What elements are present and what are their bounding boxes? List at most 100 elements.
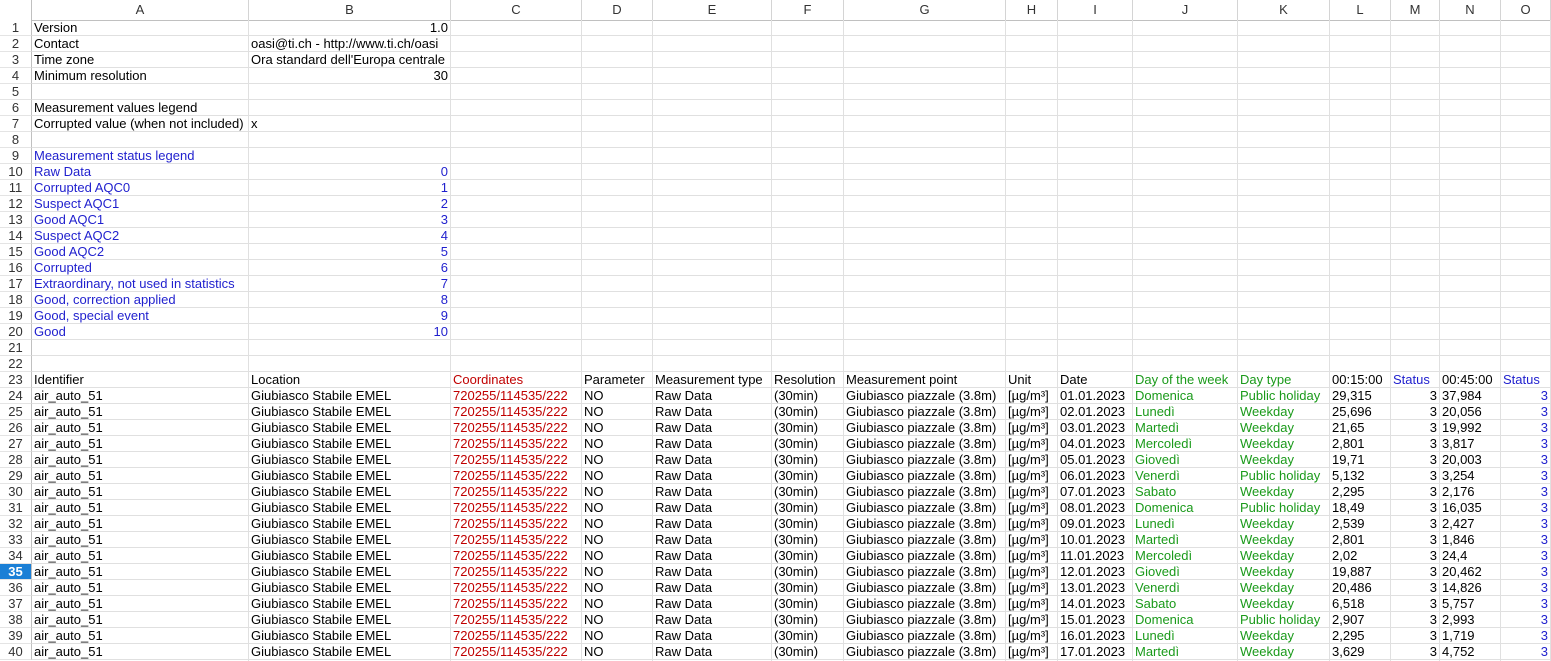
table-cell-k[interactable]: Public holiday [1238,612,1330,628]
row-header-21[interactable]: 21 [0,340,32,356]
table-cell-c[interactable]: 720255/114535/222 [451,548,582,564]
column-header-k[interactable]: K [1238,0,1330,20]
table-cell-m[interactable]: 3 [1391,388,1440,404]
row-header-17[interactable]: 17 [0,276,32,292]
row-header-37[interactable]: 37 [0,596,32,612]
table-cell-h[interactable]: [µg/m³] [1006,564,1058,580]
table-cell-l[interactable]: 25,696 [1330,404,1391,420]
table-cell-c[interactable]: 720255/114535/222 [451,628,582,644]
table-cell-g[interactable]: Giubiasco piazzale (3.8m) [844,404,1006,420]
table-cell-g[interactable]: Giubiasco piazzale (3.8m) [844,564,1006,580]
table-cell-c[interactable]: 720255/114535/222 [451,644,582,660]
table-cell-l[interactable]: 18,49 [1330,500,1391,516]
table-cell-g[interactable]: Giubiasco piazzale (3.8m) [844,452,1006,468]
status-legend-label[interactable]: Good, correction applied [32,292,249,308]
table-cell-a[interactable]: air_auto_51 [32,452,249,468]
table-cell-j[interactable]: Martedì [1133,420,1238,436]
row-header-1[interactable]: 1 [0,20,32,36]
table-cell-l[interactable]: 5,132 [1330,468,1391,484]
table-cell-l[interactable]: 2,801 [1330,532,1391,548]
table-cell-c[interactable]: 720255/114535/222 [451,436,582,452]
table-cell-k[interactable]: Weekday [1238,484,1330,500]
status-legend-code[interactable]: 1 [249,180,451,196]
table-cell-a[interactable]: air_auto_51 [32,644,249,660]
table-cell-h[interactable]: [µg/m³] [1006,388,1058,404]
table-header-f[interactable]: Resolution [772,372,844,388]
table-cell-i[interactable]: 01.01.2023 [1058,388,1133,404]
table-cell-j[interactable]: Lunedì [1133,404,1238,420]
table-cell-d[interactable]: NO [582,612,653,628]
table-cell-b[interactable]: Giubiasco Stabile EMEL [249,564,451,580]
table-cell-n[interactable]: 5,757 [1440,596,1501,612]
table-cell-f[interactable]: (30min) [772,564,844,580]
column-header-l[interactable]: L [1330,0,1391,20]
table-cell-l[interactable]: 20,486 [1330,580,1391,596]
table-cell-m[interactable]: 3 [1391,420,1440,436]
table-cell-h[interactable]: [µg/m³] [1006,404,1058,420]
table-cell-k[interactable]: Weekday [1238,420,1330,436]
table-cell-a[interactable]: air_auto_51 [32,532,249,548]
status-legend-label[interactable]: Suspect AQC1 [32,196,249,212]
table-cell-a[interactable]: air_auto_51 [32,468,249,484]
table-cell-m[interactable]: 3 [1391,644,1440,660]
table-cell-i[interactable]: 17.01.2023 [1058,644,1133,660]
table-cell-e[interactable]: Raw Data [653,404,772,420]
table-cell-h[interactable]: [µg/m³] [1006,644,1058,660]
table-cell-d[interactable]: NO [582,468,653,484]
row-header-32[interactable]: 32 [0,516,32,532]
corrupted-value-label[interactable]: Corrupted value (when not included) [32,116,249,132]
column-header-j[interactable]: J [1133,0,1238,20]
status-legend-label[interactable]: Good [32,324,249,340]
column-header-e[interactable]: E [653,0,772,20]
table-cell-m[interactable]: 3 [1391,436,1440,452]
table-cell-n[interactable]: 14,826 [1440,580,1501,596]
table-cell-d[interactable]: NO [582,436,653,452]
table-cell-e[interactable]: Raw Data [653,420,772,436]
status-legend-label[interactable]: Good AQC2 [32,244,249,260]
table-cell-m[interactable]: 3 [1391,500,1440,516]
timezone-value[interactable]: Ora standard dell'Europa centrale [249,52,451,68]
table-cell-g[interactable]: Giubiasco piazzale (3.8m) [844,532,1006,548]
table-header-k[interactable]: Day type [1238,372,1330,388]
row-header-40[interactable]: 40 [0,644,32,660]
row-header-38[interactable]: 38 [0,612,32,628]
column-header-g[interactable]: G [844,0,1006,20]
table-cell-o[interactable]: 3 [1501,516,1551,532]
status-legend-label[interactable]: Good, special event [32,308,249,324]
table-cell-k[interactable]: Weekday [1238,548,1330,564]
status-legend-code[interactable]: 7 [249,276,451,292]
table-cell-k[interactable]: Weekday [1238,580,1330,596]
table-cell-i[interactable]: 04.01.2023 [1058,436,1133,452]
table-cell-d[interactable]: NO [582,596,653,612]
table-cell-e[interactable]: Raw Data [653,628,772,644]
table-cell-j[interactable]: Domenica [1133,388,1238,404]
table-cell-e[interactable]: Raw Data [653,596,772,612]
table-cell-g[interactable]: Giubiasco piazzale (3.8m) [844,644,1006,660]
table-header-m[interactable]: Status [1391,372,1440,388]
table-cell-b[interactable]: Giubiasco Stabile EMEL [249,468,451,484]
table-cell-o[interactable]: 3 [1501,596,1551,612]
table-cell-j[interactable]: Martedì [1133,644,1238,660]
row-header-16[interactable]: 16 [0,260,32,276]
row-header-5[interactable]: 5 [0,84,32,100]
table-cell-n[interactable]: 16,035 [1440,500,1501,516]
table-cell-i[interactable]: 08.01.2023 [1058,500,1133,516]
table-cell-k[interactable]: Weekday [1238,564,1330,580]
table-cell-o[interactable]: 3 [1501,388,1551,404]
table-cell-h[interactable]: [µg/m³] [1006,516,1058,532]
table-header-h[interactable]: Unit [1006,372,1058,388]
table-cell-c[interactable]: 720255/114535/222 [451,468,582,484]
table-cell-o[interactable]: 3 [1501,580,1551,596]
table-cell-g[interactable]: Giubiasco piazzale (3.8m) [844,468,1006,484]
table-cell-d[interactable]: NO [582,404,653,420]
column-header-o[interactable]: O [1501,0,1551,20]
table-cell-n[interactable]: 19,992 [1440,420,1501,436]
table-cell-k[interactable]: Weekday [1238,644,1330,660]
table-cell-n[interactable]: 3,817 [1440,436,1501,452]
row-header-4[interactable]: 4 [0,68,32,84]
table-cell-o[interactable]: 3 [1501,532,1551,548]
row-header-26[interactable]: 26 [0,420,32,436]
table-cell-j[interactable]: Mercoledì [1133,436,1238,452]
table-cell-l[interactable]: 2,907 [1330,612,1391,628]
table-cell-f[interactable]: (30min) [772,580,844,596]
